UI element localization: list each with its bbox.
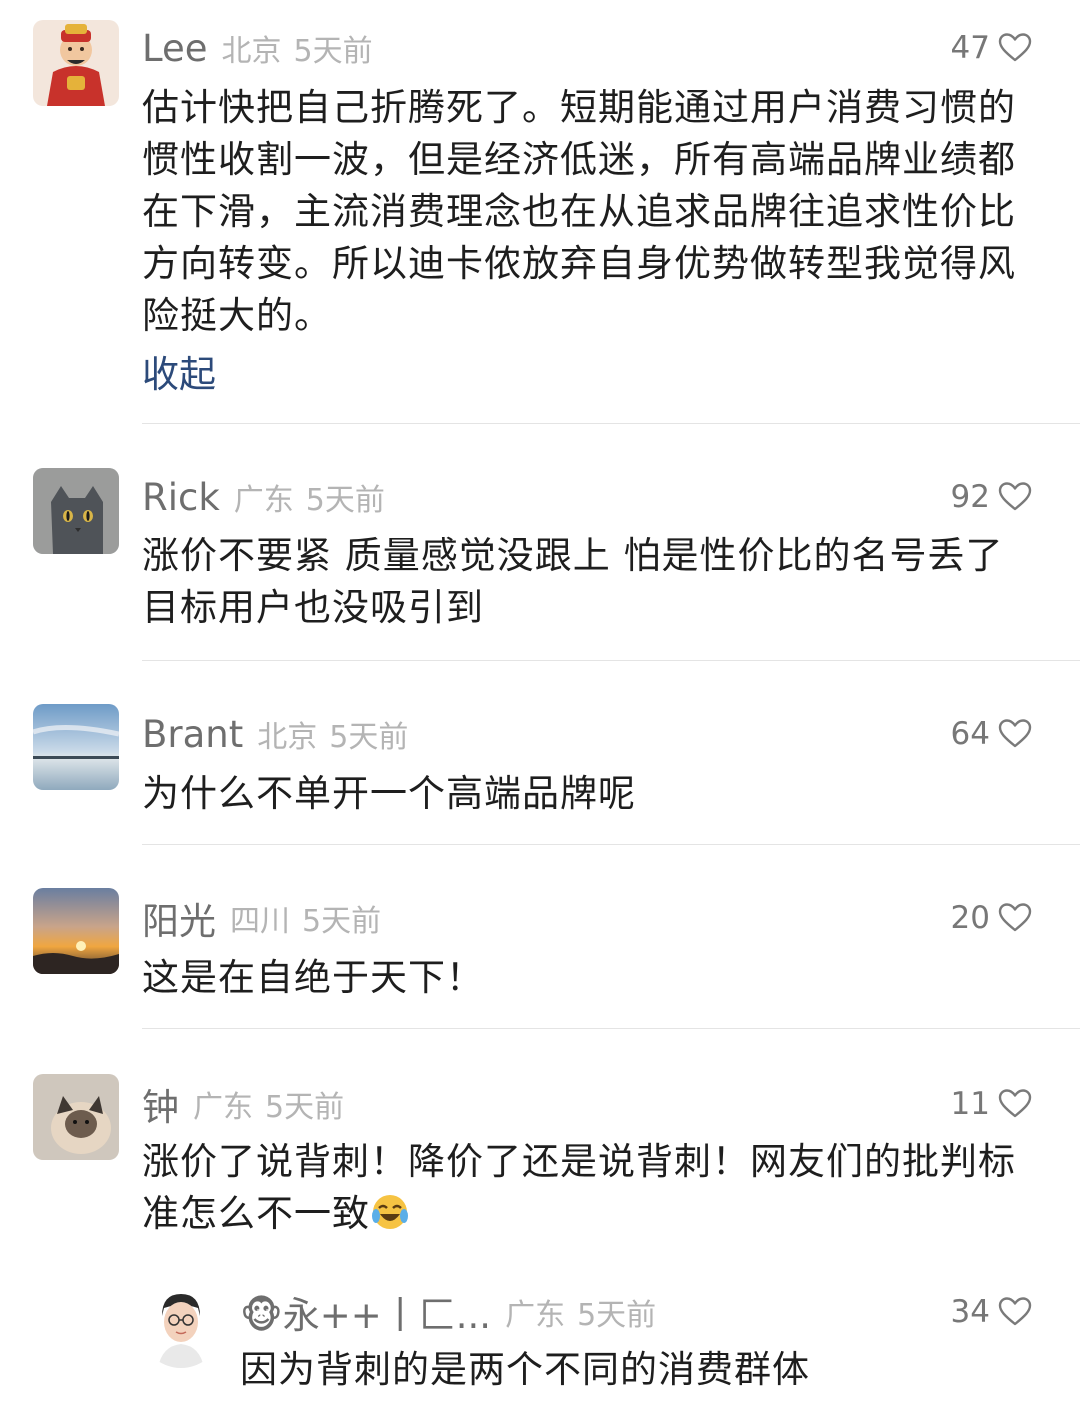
reply-text: 因为背刺的是两个不同的消费群体	[240, 1348, 810, 1391]
like-count: 11	[950, 1086, 990, 1122]
comment-meta: Lee 北京 5天前	[142, 24, 373, 72]
avatar[interactable]	[33, 20, 119, 106]
avatar[interactable]	[33, 704, 119, 790]
username[interactable]: 钟	[142, 1077, 179, 1131]
comment-item: Rick 广东 5天前 92 涨价不要紧 质量感觉没跟上 怕是性价比的名号丢了 …	[0, 450, 1080, 660]
heart-outline-icon	[998, 1295, 1032, 1329]
like-count: 20	[950, 900, 990, 936]
comment-text: 这是在自绝于天下！	[142, 956, 484, 999]
like-button[interactable]: 20	[951, 894, 1032, 942]
location: 北京	[221, 34, 282, 69]
like-count: 64	[950, 716, 990, 752]
like-count: 47	[950, 30, 990, 66]
like-count: 92	[950, 479, 990, 515]
comment-text-content: 涨价了说背刺！降价了还是说背刺！网友们的批判标准怎么不一致	[142, 1140, 1016, 1235]
heart-outline-icon	[998, 717, 1032, 751]
heart-outline-icon	[998, 1087, 1032, 1121]
comment-item: 阳光 四川 5天前 20 这是在自绝于天下！	[0, 870, 1080, 1028]
avatar[interactable]	[33, 1074, 119, 1160]
location: 北京	[257, 720, 318, 755]
comment-meta: Brant 北京 5天前	[142, 710, 408, 758]
username[interactable]: 阳光	[142, 891, 216, 945]
heart-outline-icon	[998, 901, 1032, 935]
comment-text: 估计快把自己折腾死了。短期能通过用户消费习惯的惯性收割一波，但是经济低迷，所有高…	[142, 86, 1016, 337]
location: 四川	[230, 904, 290, 939]
comment-item: Lee 北京 5天前 47 估计快把自己折腾死了。短期能通过用户消费习惯的惯性收…	[0, 0, 1080, 420]
like-button[interactable]: 92	[951, 473, 1032, 521]
comment-item: Brant 北京 5天前 64 为什么不单开一个高端品牌呢	[0, 686, 1080, 844]
location: 广东	[233, 483, 294, 518]
like-button[interactable]: 11	[951, 1080, 1032, 1128]
timestamp: 5天前	[305, 483, 385, 518]
collapse-link[interactable]: 收起	[142, 344, 216, 398]
reply-meta: 🐵永++丨匚... 广东 5天前	[240, 1285, 657, 1339]
comment-text: 为什么不单开一个高端品牌呢	[142, 772, 636, 815]
heart-outline-icon	[998, 480, 1032, 514]
username[interactable]: 🐵永++丨匚...	[240, 1285, 491, 1339]
reply-item: 🐵永++丨匚... 广东 5天前 34 因为背刺的是两个不同的消费群体	[0, 1280, 1080, 1409]
comment-text: 涨价不要紧 质量感觉没跟上 怕是性价比的名号丢了 目标用户也没吸引到	[142, 534, 1004, 629]
username[interactable]: Brant	[142, 713, 243, 756]
comment-item: 钟 广东 5天前 11 涨价了说背刺！降价了还是说背刺！网友们的批判标准怎么不一…	[0, 1054, 1080, 1279]
comment-text: 涨价了说背刺！降价了还是说背刺！网友们的批判标准怎么不一致	[142, 1136, 1037, 1240]
avatar[interactable]	[33, 888, 119, 974]
like-button[interactable]: 64	[951, 710, 1032, 758]
comment-meta: Rick 广东 5天前	[142, 473, 385, 521]
comment-meta: 阳光 四川 5天前	[142, 891, 382, 945]
divider	[142, 423, 1080, 424]
avatar[interactable]	[140, 1286, 222, 1368]
divider	[142, 844, 1080, 845]
like-button[interactable]: 34	[951, 1288, 1032, 1336]
timestamp: 5天前	[329, 720, 409, 755]
like-button[interactable]: 47	[951, 24, 1032, 72]
heart-outline-icon	[998, 31, 1032, 65]
comment-meta: 钟 广东 5天前	[142, 1077, 345, 1131]
username[interactable]: Rick	[142, 476, 220, 519]
timestamp: 5天前	[265, 1090, 345, 1125]
timestamp: 5天前	[302, 904, 382, 939]
divider	[142, 1028, 1080, 1029]
location: 广东	[193, 1090, 253, 1125]
location: 广东	[505, 1298, 566, 1333]
like-count: 34	[950, 1294, 990, 1330]
laughing-crying-face-icon	[372, 1195, 408, 1229]
avatar[interactable]	[33, 468, 119, 554]
timestamp: 5天前	[293, 34, 373, 69]
username[interactable]: Lee	[142, 27, 208, 70]
timestamp: 5天前	[577, 1298, 657, 1333]
divider	[142, 660, 1080, 661]
